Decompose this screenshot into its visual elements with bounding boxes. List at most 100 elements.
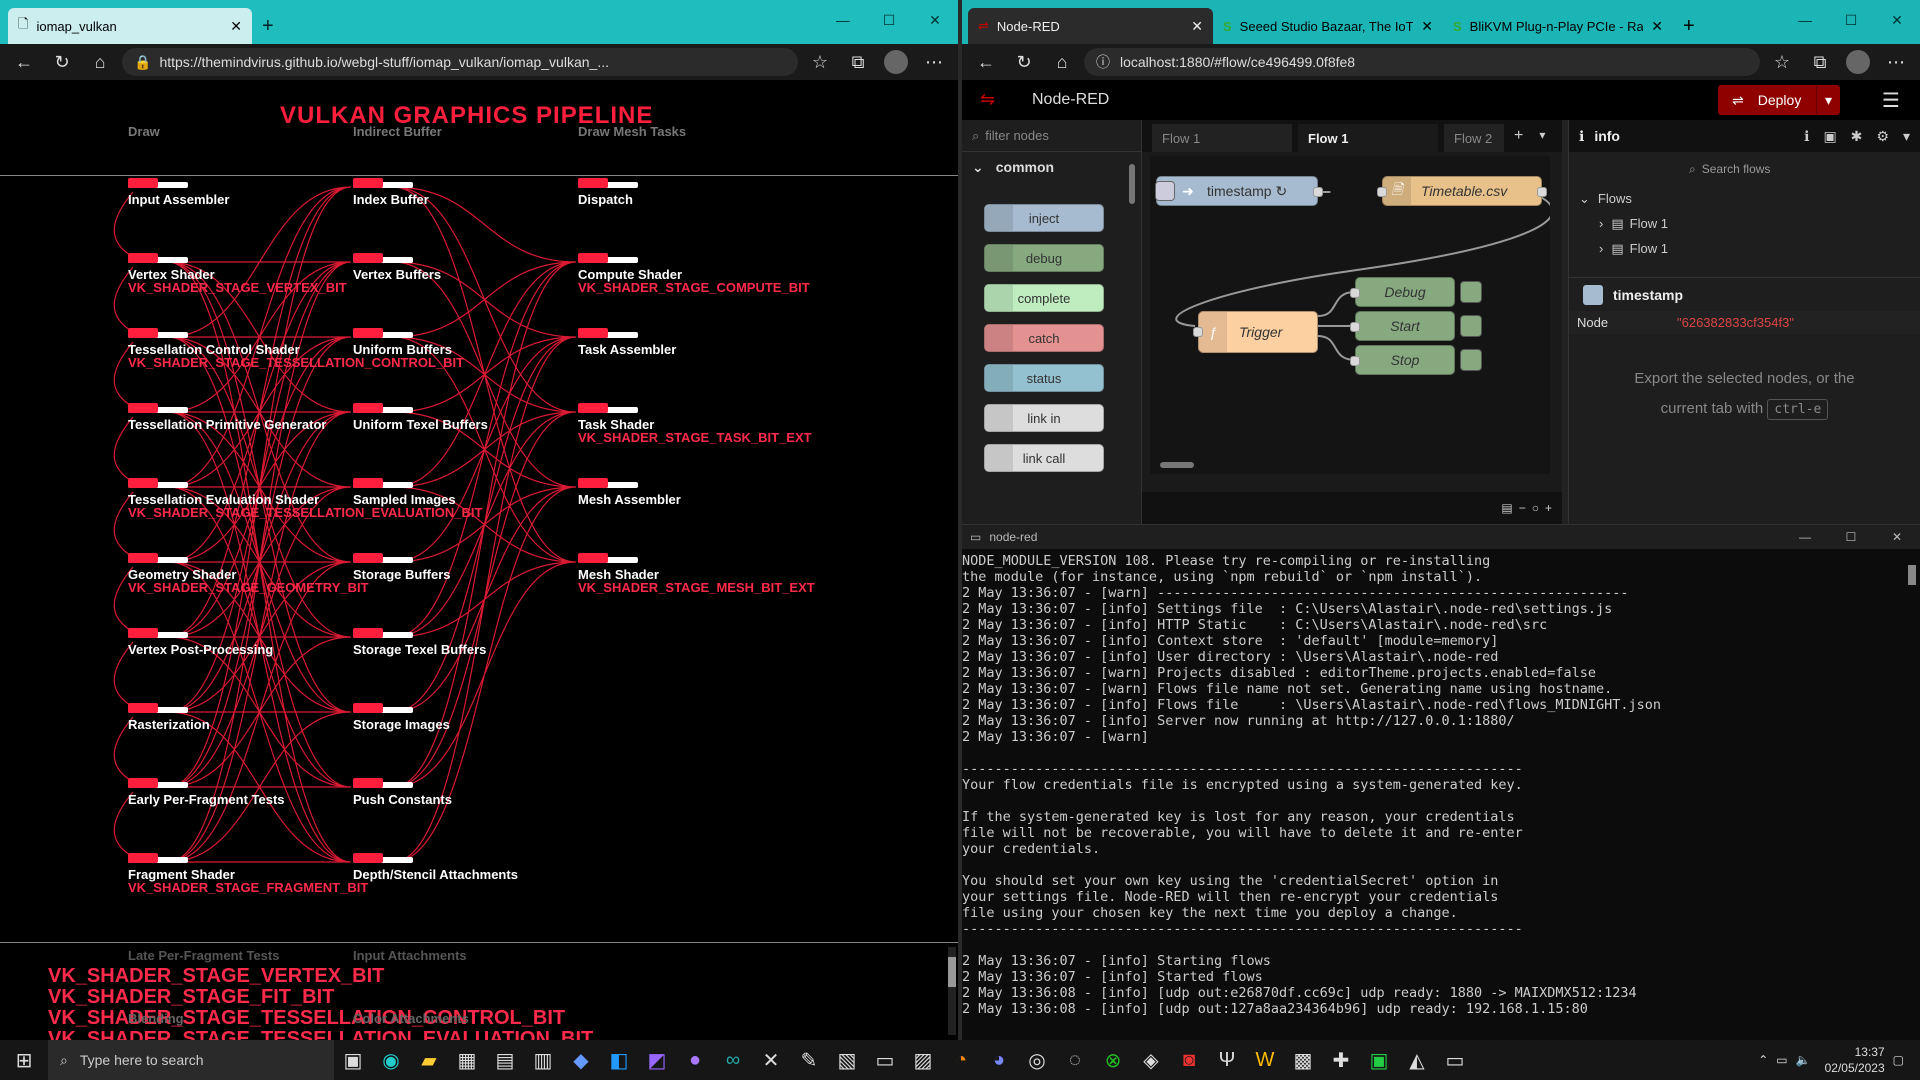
sidebar-tab-info[interactable]: info [1594,128,1620,144]
taskbar-search-input[interactable]: ⌕ Type here to search [48,1040,334,1080]
network-icon[interactable]: ▭ [1776,1053,1787,1067]
pipeline-stage[interactable]: Dispatch [578,192,633,207]
resource-node[interactable]: Depth/Stencil Attachments [353,867,518,882]
resource-node[interactable]: Uniform Buffers [353,342,452,357]
close-window-icon[interactable]: ✕ [912,0,958,40]
minimize-icon[interactable]: — [820,0,866,40]
node-stop[interactable]: Stop [1350,345,1482,375]
debug-toggle-icon[interactable] [1460,281,1482,303]
app-icon-17[interactable]: ▭ [1436,1041,1474,1079]
tray-chevron-icon[interactable]: ⌃ [1758,1053,1768,1067]
sidebar-help-icon[interactable]: ▣ [1823,128,1836,145]
more-icon[interactable]: ⋯ [1880,48,1912,76]
close-tab-icon[interactable]: ✕ [1413,18,1433,35]
resource-node[interactable]: Sampled Images [353,492,456,507]
sidebar-debug-icon[interactable]: ✱ [1851,128,1863,145]
app-icon-9[interactable]: ◈ [1132,1041,1170,1079]
resource-node[interactable]: Push Constants [353,792,452,807]
app-icon-4[interactable]: ✕ [752,1041,790,1079]
xbox-icon[interactable]: ⊗ [1094,1041,1132,1079]
minimize-icon[interactable]: — [1782,0,1828,40]
discord-icon[interactable]: ◕ [980,1041,1018,1079]
maximize-icon[interactable]: ☐ [1828,0,1874,40]
palette-node-catch[interactable]: catch [984,324,1104,352]
flow-list-icon[interactable]: ▾ [1539,128,1545,144]
zoom-reset-icon[interactable]: ○ [1532,501,1539,515]
palette-node-link-in[interactable]: link in [984,404,1104,432]
palette-node-link-call[interactable]: link call [984,444,1104,472]
app-icon-1[interactable]: ▤ [486,1041,524,1079]
zoom-out-icon[interactable]: − [1519,501,1526,515]
output-port[interactable] [1313,187,1323,197]
palette-node-inject[interactable]: inject [984,204,1104,232]
deploy-dropdown-icon[interactable]: ▾ [1816,85,1840,115]
resource-node[interactable]: Vertex Buffers [353,267,441,282]
pipeline-stage[interactable]: Mesh Assembler [578,492,681,507]
tab-seeed[interactable]: S Seeed Studio Bazaar, The IoT Ha ✕ [1213,8,1443,44]
tab-flow-1a[interactable]: Flow 1 [1152,124,1292,152]
more-icon[interactable]: ⋯ [918,48,950,76]
arduino-icon[interactable]: ∞ [714,1041,752,1079]
store-icon[interactable]: ▦ [448,1041,486,1079]
close-tab-icon[interactable]: ✕ [1643,18,1663,35]
clock[interactable]: 13:37 02/05/2023 [1825,1044,1885,1076]
back-icon[interactable]: ← [970,48,1002,76]
start-button-icon[interactable]: ⊞ [0,1041,48,1079]
maximize-icon[interactable]: ☐ [1828,530,1874,544]
zoom-in-icon[interactable]: + [1545,501,1552,515]
app-icon-13[interactable]: ▩ [1284,1041,1322,1079]
input-port[interactable] [1350,356,1360,366]
resource-node[interactable]: Index Buffer [353,192,429,207]
app-icon-10[interactable]: ◙ [1170,1041,1208,1079]
app-icon-5[interactable]: ✎ [790,1041,828,1079]
blender-icon[interactable]: ◔ [942,1041,980,1079]
collections-icon[interactable]: ⧉ [1804,48,1836,76]
app-icon-14[interactable]: ✚ [1322,1041,1360,1079]
tab-iomap-vulkan[interactable]: 🗋 iomap_vulkan ✕ [8,8,252,44]
node-debug[interactable]: Debug [1350,277,1482,307]
map-icon[interactable]: ▤ [1501,501,1512,515]
debug-toggle-icon[interactable] [1460,349,1482,371]
app-icon-3[interactable]: ◆ [562,1041,600,1079]
tab-flow-2[interactable]: Flow 2 [1444,124,1504,152]
github-icon[interactable]: ● [676,1041,714,1079]
resource-node[interactable]: Storage Buffers [353,567,451,582]
url-field[interactable]: ⓘ localhost:1880/#flow/ce496499.0f8fe8 [1084,48,1760,76]
sidebar-info-icon[interactable]: ℹ [1804,128,1809,145]
flow-canvas[interactable]: ➜ timestamp ↻ 🗎 Timetable.csv ƒ Trigger … [1150,156,1550,474]
palette-node-status[interactable]: status [984,364,1104,392]
url-field[interactable]: 🔒 https://themindvirus.github.io/webgl-st… [122,48,798,76]
avatar[interactable] [880,48,912,76]
tree-root[interactable]: ⌄ Flows [1579,186,1920,211]
app-icon-2[interactable]: ▥ [524,1041,562,1079]
close-window-icon[interactable]: ✕ [1874,0,1920,40]
tree-item[interactable]: › ▤ Flow 1 [1579,211,1920,236]
volume-icon[interactable]: 🔈 [1796,1053,1811,1067]
palette-scrollbar[interactable] [1129,164,1135,204]
refresh-icon[interactable]: ↻ [46,48,78,76]
collections-icon[interactable]: ⧉ [842,48,874,76]
app-icon-15[interactable]: ▣ [1360,1041,1398,1079]
app-icon-7[interactable]: ▨ [904,1041,942,1079]
avatar[interactable] [1842,48,1874,76]
deploy-button[interactable]: ⇌ Deploy ▾ [1718,85,1840,115]
app-icon-16[interactable]: ◭ [1398,1041,1436,1079]
pipeline-stage[interactable]: Vertex Post-Processing [128,642,273,657]
app-icon-12[interactable]: W [1246,1041,1284,1079]
terminal-scrollbar[interactable] [1908,565,1916,585]
add-flow-icon[interactable]: + [1514,127,1523,145]
resource-node[interactable]: Storage Images [353,717,450,732]
refresh-icon[interactable]: ↻ [1008,48,1040,76]
output-port[interactable] [1537,187,1547,197]
sidebar-config-icon[interactable]: ⚙ [1876,128,1889,145]
filter-nodes-input[interactable]: ⌕ filter nodes [962,120,1141,152]
node-timetable[interactable]: 🗎 Timetable.csv [1377,176,1547,206]
minimize-icon[interactable]: — [1782,530,1828,544]
favorites-icon[interactable]: ☆ [1766,48,1798,76]
node-trigger[interactable]: ƒ Trigger [1193,311,1318,353]
node-timestamp[interactable]: ➜ timestamp ↻ [1155,176,1323,206]
terminal-output[interactable]: NODE_MODULE_VERSION 108. Please try re-c… [962,549,1920,1039]
input-port[interactable] [1193,327,1203,337]
pipeline-stage[interactable]: Task Assembler [578,342,676,357]
debug-toggle-icon[interactable] [1460,315,1482,337]
